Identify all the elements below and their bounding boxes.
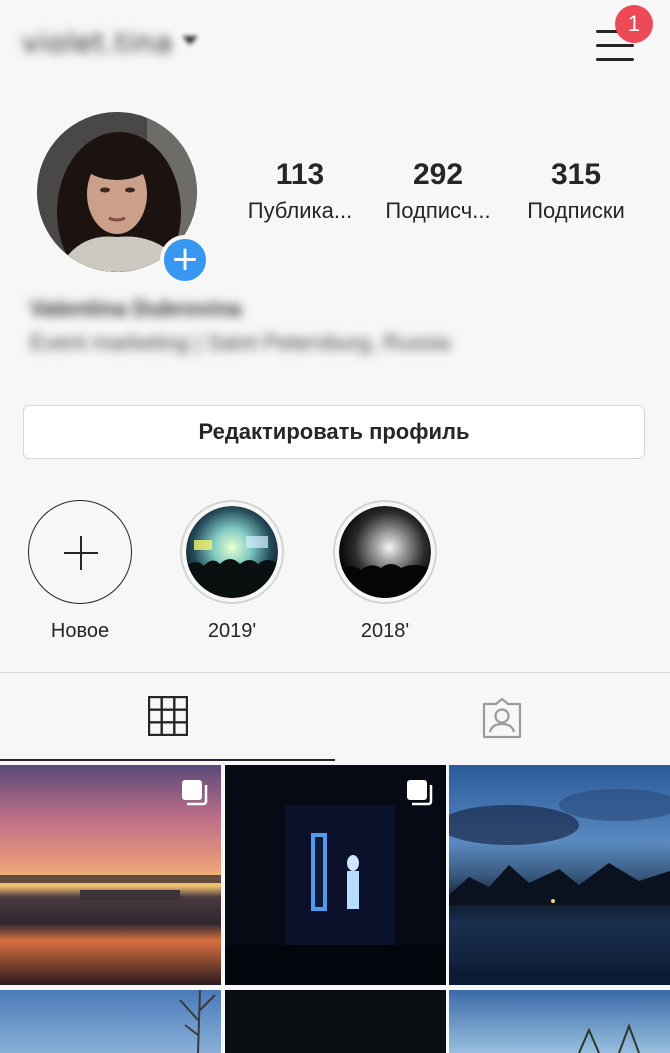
photo-lake-dusk bbox=[449, 765, 670, 985]
add-story-button[interactable]: + bbox=[160, 235, 210, 285]
photo-winter-tree bbox=[0, 990, 221, 1053]
grid-photo[interactable] bbox=[225, 990, 446, 1053]
stat-label: Подписки bbox=[527, 198, 625, 223]
grid-photo[interactable] bbox=[0, 990, 221, 1053]
stat-posts[interactable]: 113 Публика... bbox=[235, 158, 365, 224]
highlight-label: Новое bbox=[50, 620, 110, 642]
highlight-ring bbox=[180, 500, 284, 604]
chevron-down-icon[interactable] bbox=[182, 36, 198, 45]
plus-icon bbox=[28, 500, 132, 604]
photo-sky-trees bbox=[449, 990, 670, 1053]
grid-photo[interactable] bbox=[225, 765, 446, 985]
highlight-2018[interactable]: 2018' bbox=[332, 500, 438, 643]
stat-following[interactable]: 315 Подписки bbox=[511, 158, 641, 224]
active-tab-indicator bbox=[0, 759, 335, 761]
notification-badge: 1 bbox=[615, 5, 653, 43]
tagged-person-icon[interactable] bbox=[480, 696, 524, 740]
grid-photo[interactable] bbox=[449, 765, 670, 985]
multiple-photos-icon bbox=[182, 780, 208, 806]
bio-text: Event marketing | Saint Petersburg, Russ… bbox=[30, 330, 451, 355]
grid-photo[interactable] bbox=[449, 990, 670, 1053]
edit-profile-button[interactable]: Редактировать профиль bbox=[23, 405, 645, 459]
grid-icon[interactable] bbox=[148, 696, 188, 736]
highlight-new[interactable]: Новое bbox=[27, 500, 133, 643]
multiple-photos-icon bbox=[407, 780, 433, 806]
highlight-2019[interactable]: 2019' bbox=[179, 500, 285, 643]
photo-dark bbox=[225, 990, 446, 1053]
highlight-ring bbox=[333, 500, 437, 604]
grid-photo[interactable] bbox=[0, 765, 221, 985]
stat-followers[interactable]: 292 Подписч... bbox=[373, 158, 503, 224]
stat-value: 292 bbox=[412, 158, 464, 191]
stat-value: 113 bbox=[275, 158, 325, 191]
username[interactable]: violet.tina bbox=[22, 26, 173, 59]
highlight-label: 2018' bbox=[360, 620, 410, 642]
stat-label: Подписч... bbox=[385, 198, 491, 223]
bio-name: Valentina Dubrovina bbox=[30, 296, 242, 321]
highlight-label: 2019' bbox=[207, 620, 257, 642]
highlight-cover bbox=[339, 506, 431, 598]
tabs-divider bbox=[0, 672, 670, 673]
stat-value: 315 bbox=[550, 158, 602, 191]
highlight-cover bbox=[186, 506, 278, 598]
stat-label: Публика... bbox=[247, 198, 353, 223]
